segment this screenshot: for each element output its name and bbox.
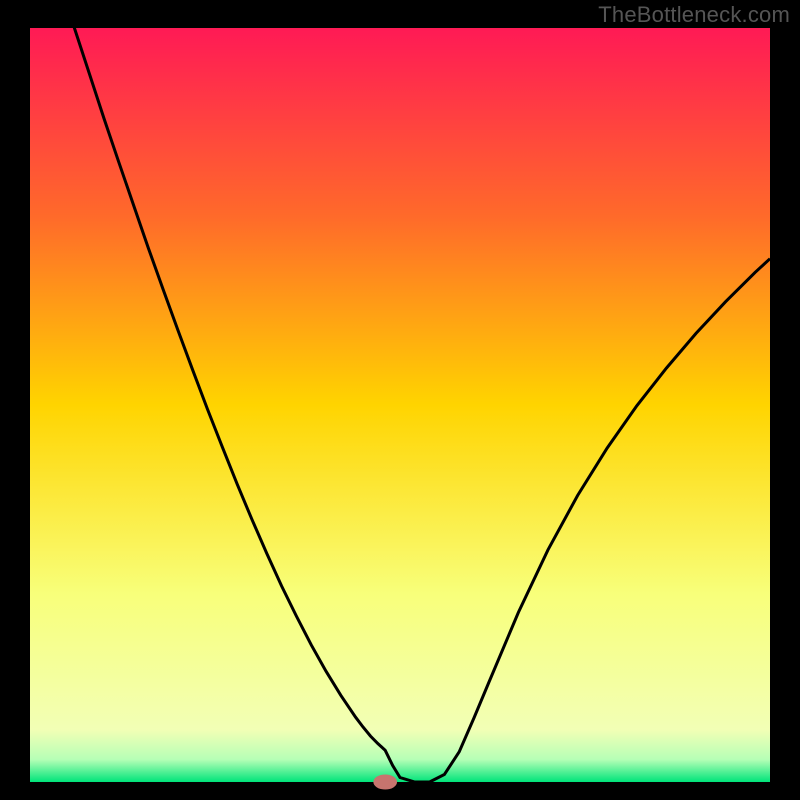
- optimum-marker: [373, 774, 397, 789]
- bottleneck-chart: [0, 0, 800, 800]
- chart-container: { "watermark": "TheBottleneck.com", "cha…: [0, 0, 800, 800]
- watermark-text: TheBottleneck.com: [598, 2, 790, 28]
- chart-plot-area: [30, 28, 770, 782]
